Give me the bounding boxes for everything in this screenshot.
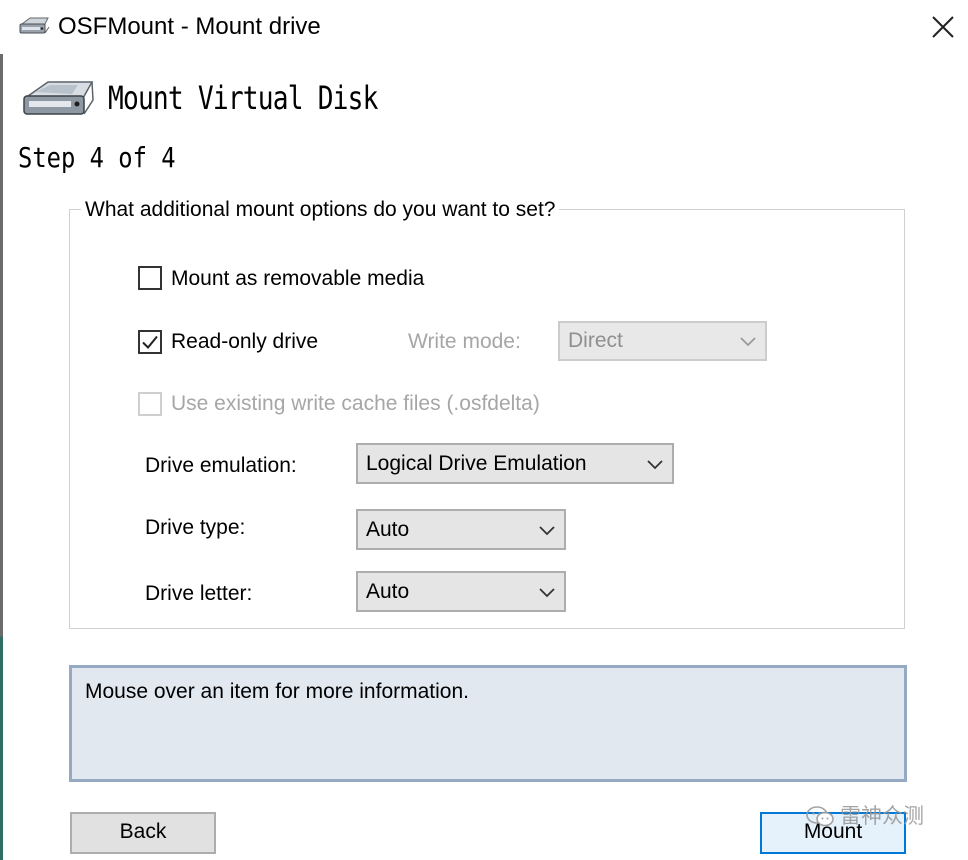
drive-letter-label: Drive letter: [145, 582, 253, 605]
read-only-checkbox[interactable] [138, 330, 162, 354]
checkmark-icon [142, 335, 158, 349]
read-only-label[interactable]: Read-only drive [171, 328, 318, 356]
chevron-down-icon [539, 526, 555, 536]
mount-options-legend: What additional mount options do you wan… [81, 196, 560, 224]
removable-media-checkbox[interactable] [138, 266, 162, 290]
write-mode-value: Direct [568, 329, 623, 352]
window-edge [0, 0, 3, 860]
drive-emulation-select[interactable]: Logical Drive Emulation [356, 443, 674, 484]
drive-type-value: Auto [366, 518, 410, 541]
back-button[interactable]: Back [70, 812, 216, 854]
drive-emulation-value: Logical Drive Emulation [366, 452, 587, 475]
drive-emulation-label: Drive emulation: [145, 454, 297, 477]
close-icon [932, 16, 954, 38]
write-mode-select[interactable]: Direct [558, 321, 767, 361]
watermark: 雷神众测 [806, 800, 946, 834]
write-cache-label: Use existing write cache files (.osfdelt… [171, 392, 540, 415]
chevron-down-icon [539, 588, 555, 598]
wechat-icon [806, 806, 834, 827]
info-text: Mouse over an item for more information. [85, 680, 469, 703]
watermark-text: 雷神众测 [840, 805, 924, 828]
drive-letter-select[interactable]: Auto [356, 571, 566, 612]
chevron-down-icon [647, 460, 663, 470]
window-title: OSFMount - Mount drive [58, 13, 321, 40]
page-title: Mount Virtual Disk [108, 79, 378, 117]
drive-icon [20, 74, 96, 122]
removable-media-label[interactable]: Mount as removable media [171, 265, 424, 293]
drive-type-label: Drive type: [145, 516, 246, 539]
title-bar: OSFMount - Mount drive [0, 0, 968, 54]
step-indicator: Step 4 of 4 [18, 141, 176, 174]
drive-letter-value: Auto [366, 580, 410, 603]
drive-type-select[interactable]: Auto [356, 509, 566, 550]
chevron-down-icon [740, 337, 756, 347]
info-panel: Mouse over an item for more information. [69, 665, 907, 782]
drive-icon [17, 14, 51, 38]
write-mode-label: Write mode: [408, 330, 521, 353]
write-cache-checkbox[interactable] [138, 392, 162, 416]
close-button[interactable] [918, 6, 968, 48]
